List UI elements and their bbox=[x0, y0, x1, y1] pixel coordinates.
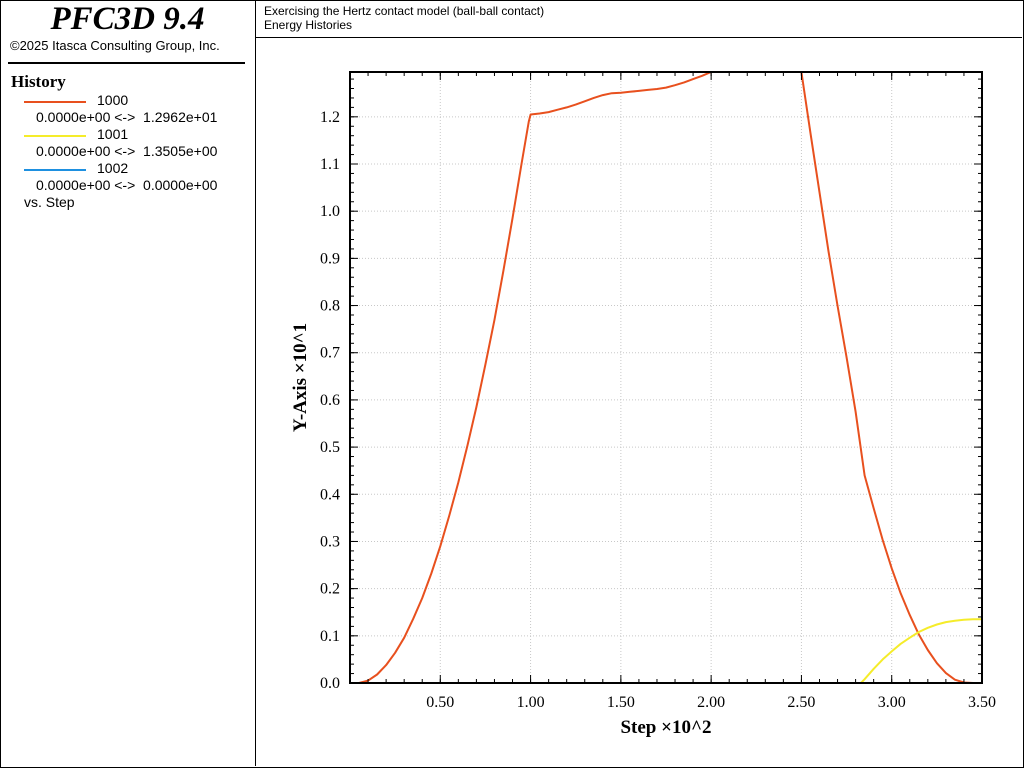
legend-swatch-1000 bbox=[24, 101, 86, 103]
x-tick-label: 2.50 bbox=[787, 694, 815, 711]
x-tick-label: 3.50 bbox=[968, 694, 996, 711]
legend-name-1002: 1002 bbox=[97, 160, 129, 176]
legend-range-1002: 0.0000e+00 <-> 0.0000e+00 bbox=[36, 177, 218, 193]
grid-layer bbox=[350, 72, 982, 683]
legend-panel: PFC3D 9.4 ©2025 Itasca Consulting Group,… bbox=[0, 0, 256, 766]
x-tick-label: 0.50 bbox=[426, 694, 454, 711]
legend-heading: History bbox=[11, 72, 66, 91]
y-tick-label: 0.0 bbox=[320, 675, 340, 692]
plot-subtitle-1: Exercising the Hertz contact model (ball… bbox=[264, 4, 545, 18]
label-layer: 0.50 1.00 1.50 2.00 2.50 3.00 3.50 0.0 0.1 0.2 0.3… bbox=[320, 109, 996, 711]
legend-name-1000: 1000 bbox=[97, 92, 129, 108]
series-line-1001 bbox=[860, 618, 982, 684]
y-tick-label: 0.5 bbox=[320, 439, 340, 456]
x-tick-label: 1.00 bbox=[517, 694, 545, 711]
y-tick-label: 0.9 bbox=[320, 250, 340, 267]
plot-header: Exercising the Hertz contact model (ball… bbox=[256, 0, 1022, 38]
y-axis-title: Y-Axis ×10^1 bbox=[290, 323, 311, 432]
y-tick-label: 1.2 bbox=[320, 109, 340, 126]
copyright-text: ©2025 Itasca Consulting Group, Inc. bbox=[10, 38, 220, 53]
y-tick-label: 0.4 bbox=[320, 486, 340, 503]
legend-vs-label: vs. Step bbox=[24, 194, 75, 210]
legend-range-1000: 0.0000e+00 <-> 1.2962e+01 bbox=[36, 109, 218, 125]
y-tick-label: 0.1 bbox=[320, 628, 340, 645]
chart: 0.50 1.00 1.50 2.00 2.50 3.00 3.50 0.0 0.1 0.2 0.3… bbox=[290, 71, 996, 738]
y-tick-label: 0.2 bbox=[320, 581, 340, 598]
series-line-1000 bbox=[358, 71, 712, 684]
y-tick-label: 0.8 bbox=[320, 298, 340, 315]
legend-range-1001: 0.0000e+00 <-> 1.3505e+00 bbox=[36, 143, 218, 159]
x-tick-label: 2.00 bbox=[697, 694, 725, 711]
legend-swatch-1001 bbox=[24, 135, 86, 137]
x-axis-title: Step ×10^2 bbox=[620, 717, 711, 738]
plot-subtitle-2: Energy Histories bbox=[264, 18, 353, 32]
y-tick-label: 1.1 bbox=[320, 156, 340, 173]
legend-name-1001: 1001 bbox=[97, 126, 129, 142]
legend-divider bbox=[8, 62, 245, 64]
y-tick-label: 0.7 bbox=[320, 345, 340, 362]
x-tick-label: 3.00 bbox=[878, 694, 906, 711]
x-tick-label: 1.50 bbox=[607, 694, 635, 711]
app-title: PFC3D 9.4 bbox=[50, 1, 205, 37]
y-tick-label: 0.3 bbox=[320, 533, 340, 550]
y-tick-label: 0.6 bbox=[320, 392, 340, 409]
legend-swatch-1002 bbox=[24, 169, 86, 171]
y-tick-label: 1.0 bbox=[320, 203, 340, 220]
